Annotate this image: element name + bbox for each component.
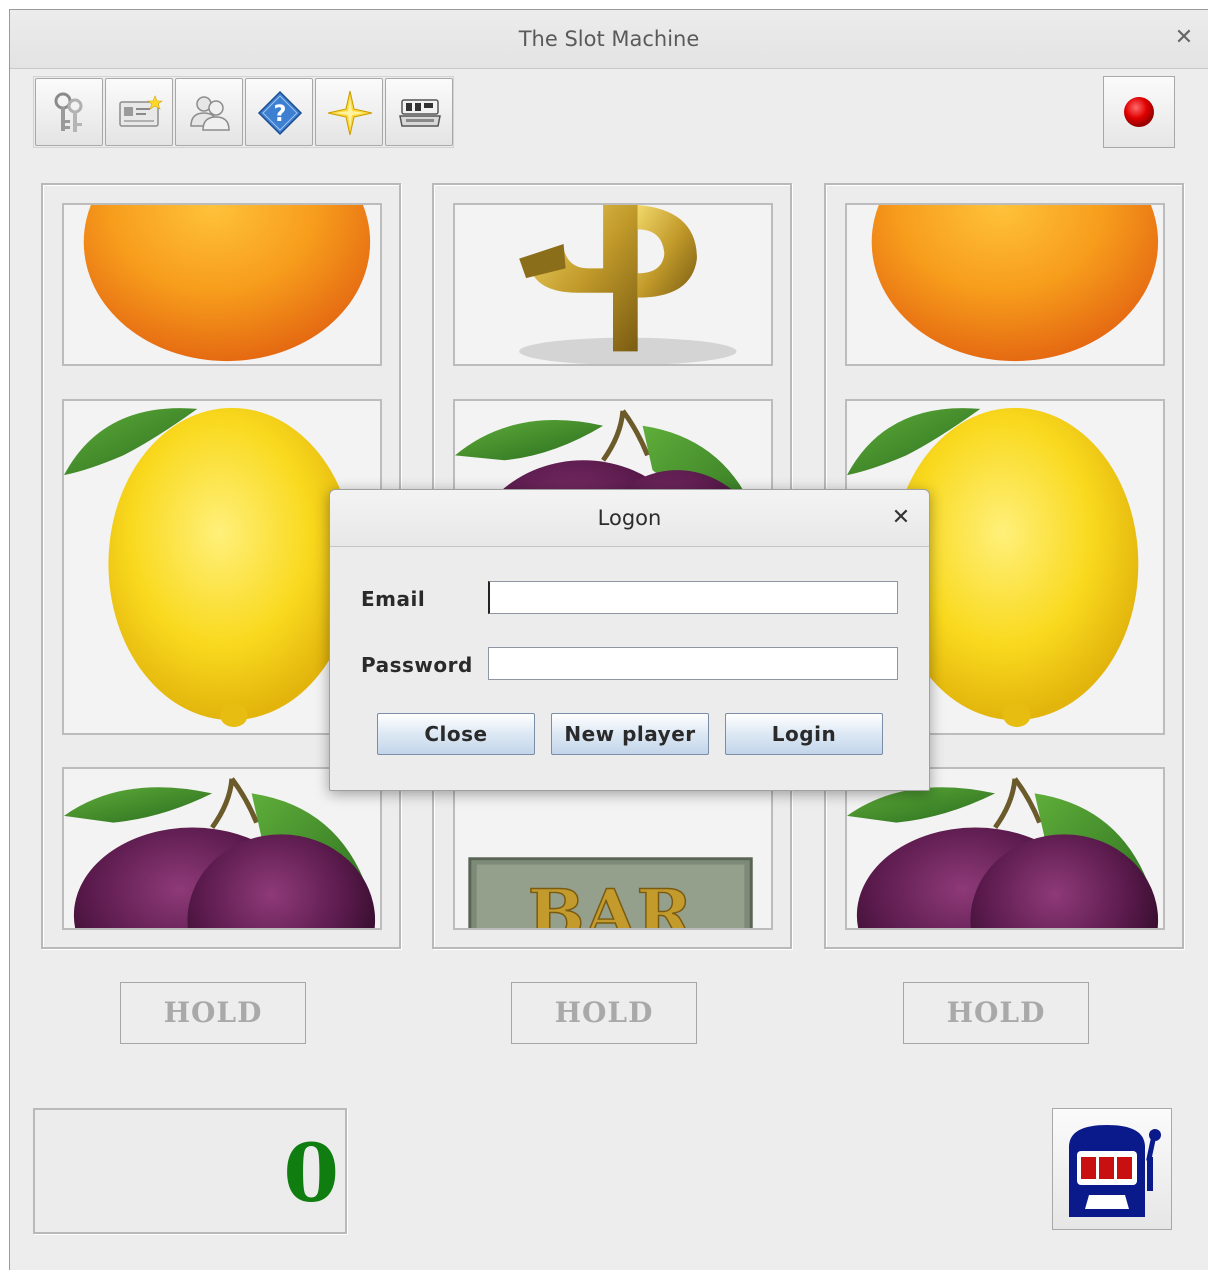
id-card-icon xyxy=(119,95,163,127)
red-record-icon xyxy=(1124,97,1154,127)
credit-display: 0 xyxy=(33,1108,347,1234)
reel-2-symbol-bar: BAR xyxy=(453,767,773,930)
reel-3-symbol-orange xyxy=(845,203,1165,366)
email-label: Email xyxy=(361,587,426,611)
plum-icon xyxy=(847,777,1159,928)
id-card-button[interactable] xyxy=(105,78,173,146)
reel-1-symbol-orange xyxy=(62,203,382,366)
close-button[interactable]: Close xyxy=(377,713,535,755)
orange-icon xyxy=(871,205,1159,362)
title-bar: The Slot Machine ✕ xyxy=(10,10,1208,69)
reel-2-symbol-dollar xyxy=(453,203,773,366)
star-button[interactable] xyxy=(315,78,383,146)
reel-3-symbol-plum xyxy=(845,767,1165,930)
hold-button-1[interactable]: HOLD xyxy=(120,982,306,1044)
bar-text: BAR xyxy=(528,874,693,928)
logon-dialog: Logon ✕ Email Password Close New player … xyxy=(329,489,930,791)
password-field[interactable] xyxy=(488,647,898,680)
users-icon xyxy=(190,96,230,131)
plum-icon xyxy=(64,777,376,928)
svg-text:?: ? xyxy=(274,102,287,127)
help-button[interactable]: ? xyxy=(245,78,313,146)
login-button[interactable]: Login xyxy=(725,713,883,755)
cash-register-icon xyxy=(399,99,441,127)
keys-icon xyxy=(54,92,83,132)
email-field[interactable] xyxy=(488,581,898,614)
toolbar: ? xyxy=(33,76,454,148)
window-close-icon[interactable]: ✕ xyxy=(1170,24,1198,52)
credit-value: 0 xyxy=(283,1126,339,1220)
new-player-button[interactable]: New player xyxy=(551,713,709,755)
hold-button-3[interactable]: HOLD xyxy=(903,982,1089,1044)
bar-icon: BAR xyxy=(468,857,753,928)
password-label: Password xyxy=(361,653,473,677)
keys-button[interactable] xyxy=(35,78,103,146)
stop-button[interactable] xyxy=(1103,76,1175,148)
slot-machine-icon xyxy=(1069,1125,1161,1217)
spin-button[interactable] xyxy=(1052,1108,1172,1230)
window-title: The Slot Machine xyxy=(518,27,700,51)
hold-button-2[interactable]: HOLD xyxy=(511,982,697,1044)
orange-icon xyxy=(83,205,371,362)
dialog-close-icon[interactable]: ✕ xyxy=(887,504,915,532)
dollar-icon xyxy=(519,205,737,364)
reel-1-symbol-plum xyxy=(62,767,382,930)
users-button[interactable] xyxy=(175,78,243,146)
help-icon: ? xyxy=(257,90,303,136)
dialog-title: Logon xyxy=(597,506,662,530)
dialog-title-bar: Logon ✕ xyxy=(330,490,929,547)
cash-register-button[interactable] xyxy=(385,78,453,146)
star-icon xyxy=(327,90,373,136)
